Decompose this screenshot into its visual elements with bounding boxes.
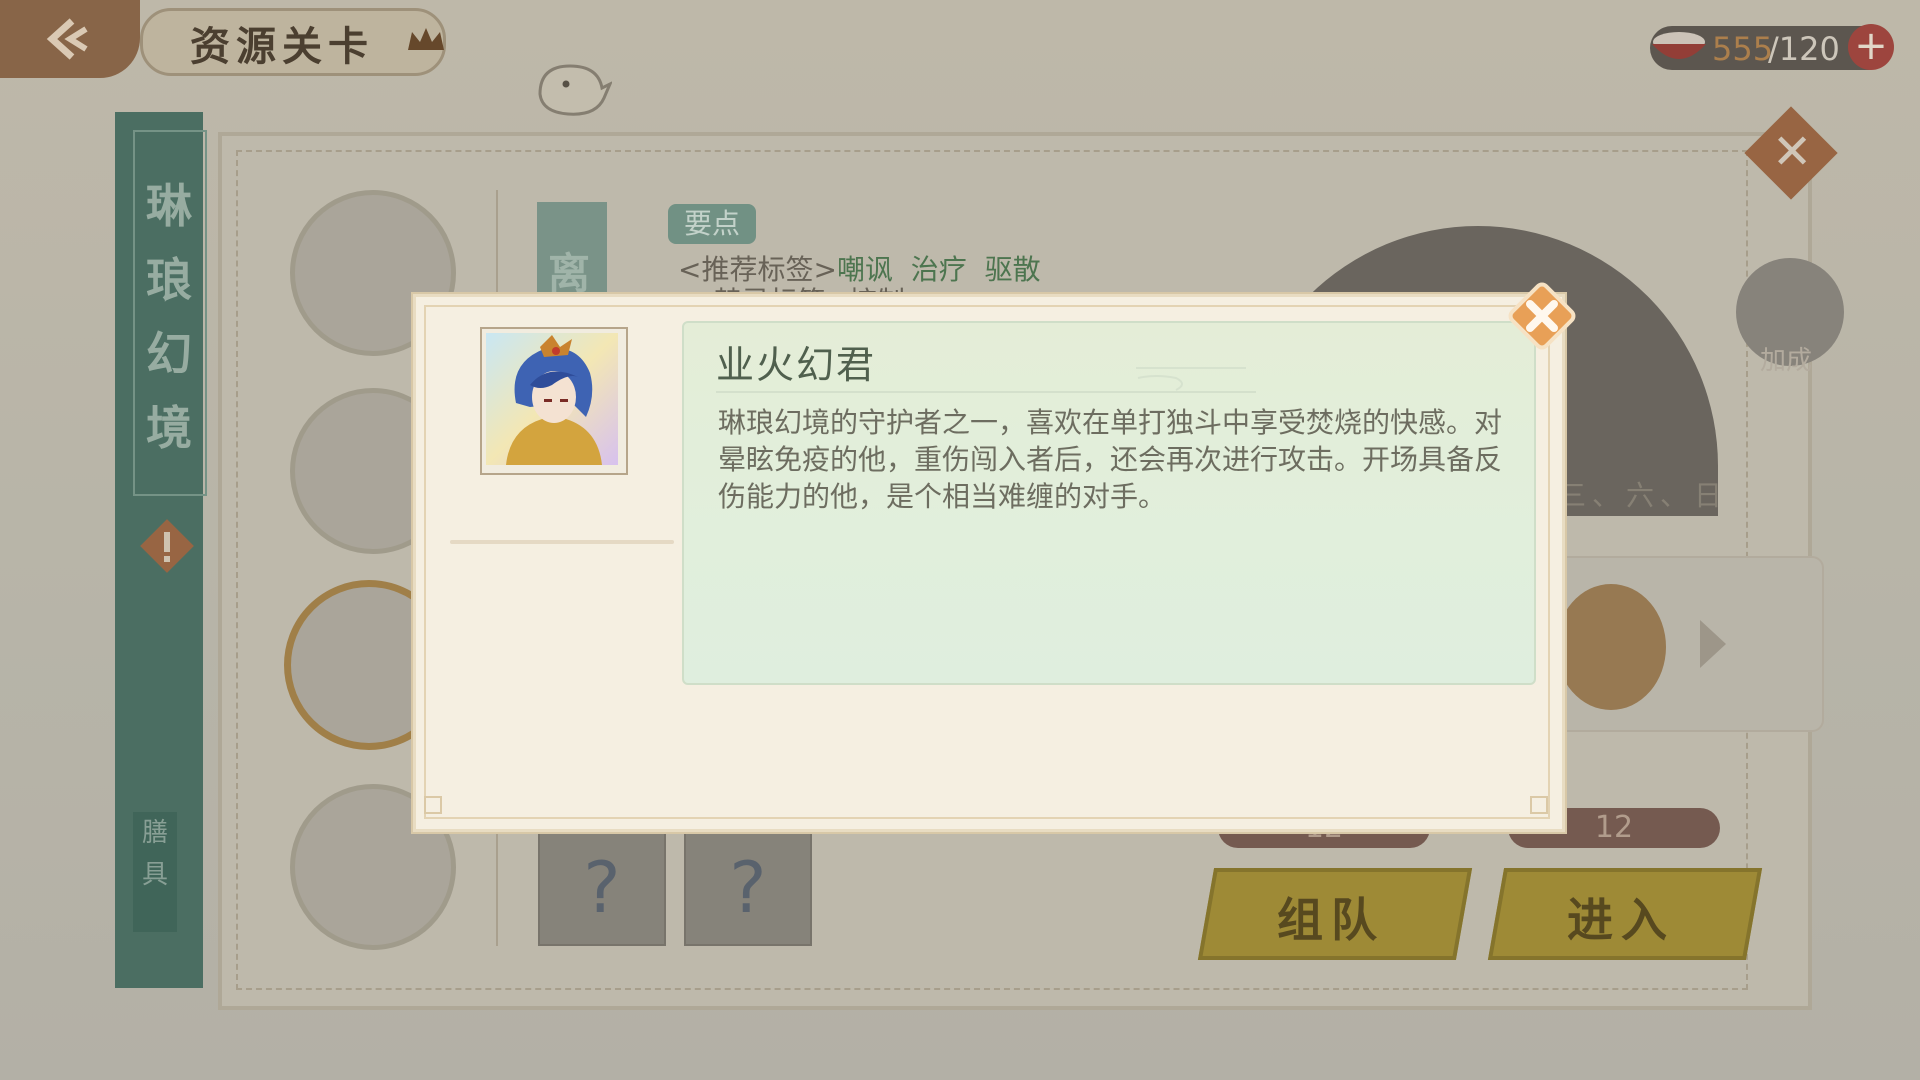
boss-avatar	[486, 333, 618, 465]
dialog-divider	[450, 540, 674, 544]
boss-description: 琳琅幻境的守护者之一，喜欢在单打独斗中享受焚烧的快感。对晕眩免疫的他，重伤闯入者…	[718, 406, 1503, 513]
corner-ornament	[424, 796, 442, 814]
boss-name: 业火幻君	[716, 343, 877, 387]
corner-ornament	[1530, 796, 1548, 814]
cloud-ornament-icon	[1136, 367, 1246, 391]
dialog-close-button[interactable]	[1500, 274, 1584, 358]
